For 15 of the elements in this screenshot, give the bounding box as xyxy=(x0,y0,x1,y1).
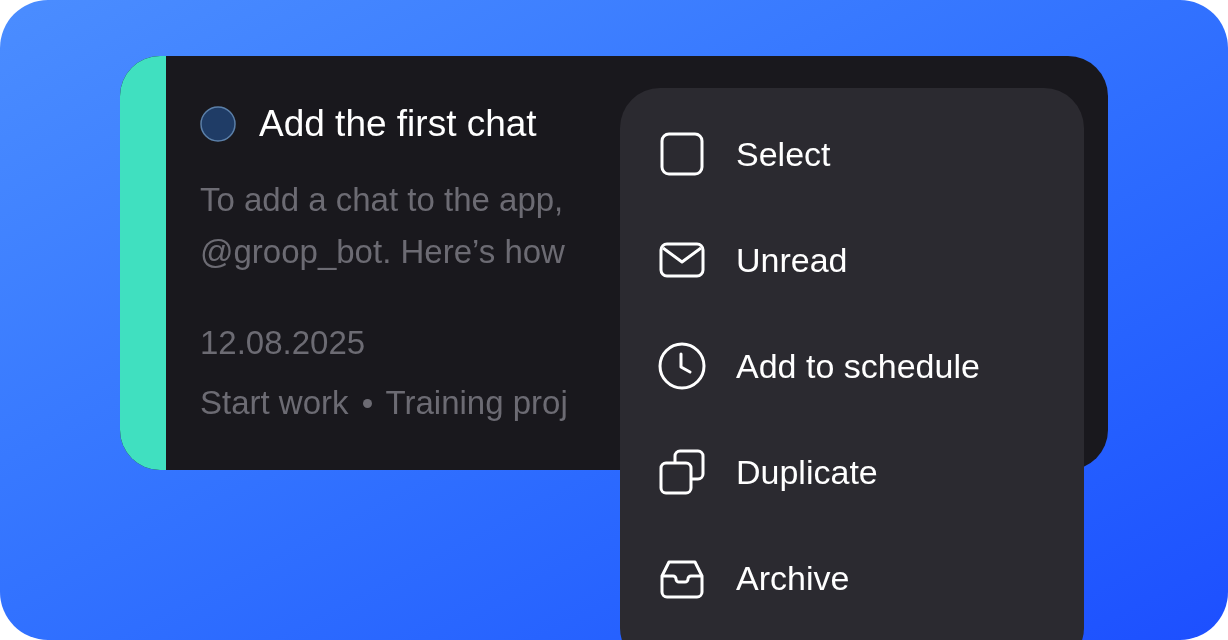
clock-icon xyxy=(658,342,706,390)
menu-item[interactable]: Archive xyxy=(620,525,1084,631)
description-line: @groop_bot. Here’s how xyxy=(200,232,565,272)
copy-icon xyxy=(658,448,706,496)
menu-item[interactable]: Unread xyxy=(620,207,1084,313)
chat-title: Add the first chat xyxy=(259,102,537,146)
menu-item[interactable]: Select xyxy=(620,101,1084,207)
meta-label: Start work xyxy=(200,383,349,423)
description-line: To add a chat to the app, xyxy=(200,180,564,220)
menu-item[interactable]: Add to schedule xyxy=(620,313,1084,419)
checkbox-icon xyxy=(658,130,706,178)
status-dot-icon xyxy=(200,106,236,142)
separator-dot-icon xyxy=(362,398,372,408)
meta-label: Training proj xyxy=(385,383,568,423)
chat-date: 12.08.2025 xyxy=(200,323,366,363)
